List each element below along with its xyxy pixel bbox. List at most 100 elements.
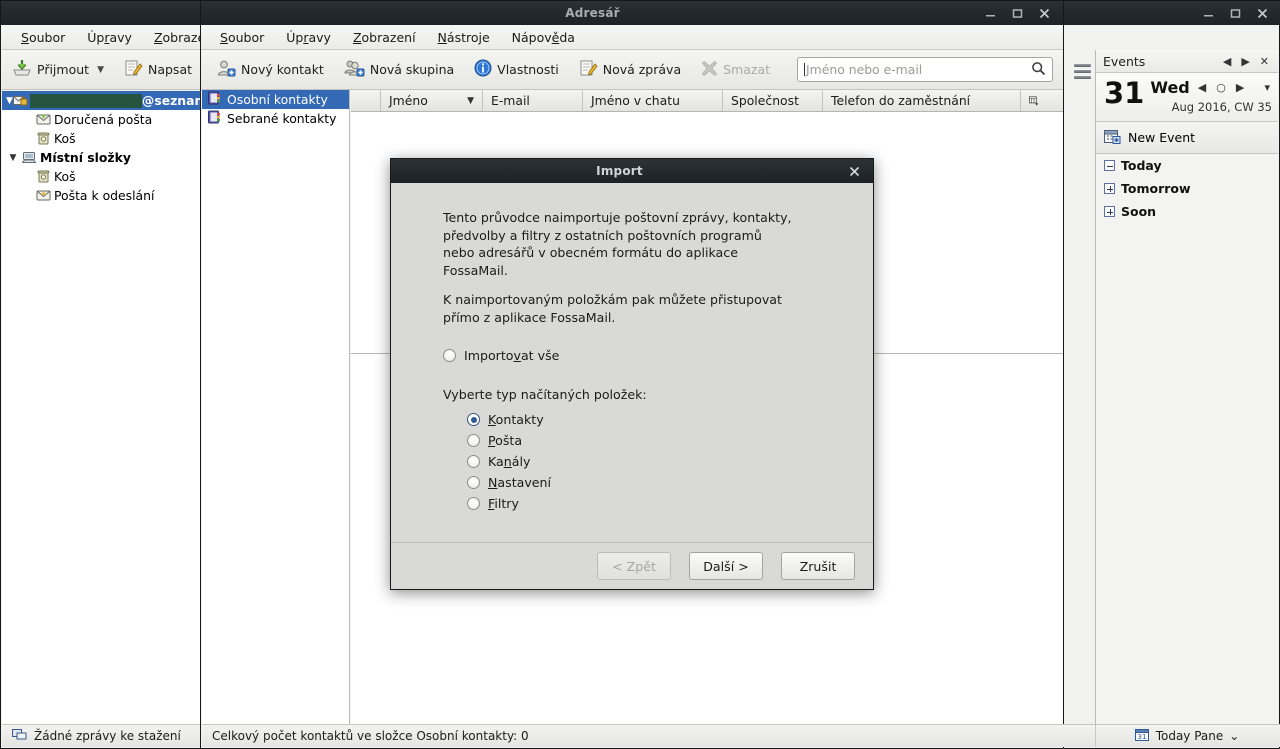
date-prev-icon[interactable]: ◀ (1196, 81, 1208, 94)
search-input[interactable]: Jméno nebo e-mail (797, 57, 1053, 82)
folder-label-inbox: Doručená pošta (54, 112, 153, 127)
import-dialog-body: Tento průvodce naimportuje poštovní zprá… (391, 183, 873, 566)
ab-menu-soubor[interactable]: Soubor (209, 28, 275, 47)
folder-row-trash-account[interactable]: Koš (2, 129, 200, 148)
radio-label-kontakty: Kontakty (488, 412, 544, 427)
tomorrow-section[interactable]: Tomorrow (1096, 177, 1278, 200)
soon-section[interactable]: Soon (1096, 200, 1278, 223)
radio-filtry[interactable]: Filtry (467, 496, 873, 511)
import-paragraph-2: K naimportovaným položkám pak můžete při… (443, 292, 782, 325)
today-pane-toggle[interactable]: 31 Today Pane ⌄ (1095, 724, 1278, 747)
receive-mail-button[interactable]: Přijmout ▼ (4, 54, 112, 85)
radio-indicator[interactable] (467, 434, 480, 447)
close-icon[interactable] (848, 165, 861, 178)
column-picker-icon[interactable] (1021, 90, 1047, 111)
directory-item-collected[interactable]: Sebrané kontakty (202, 109, 349, 128)
folder-row-inbox[interactable]: Doručená pošta (2, 110, 200, 129)
maximize-icon[interactable] (1229, 7, 1242, 20)
radio-kanaly[interactable]: Kanály (467, 454, 873, 469)
svg-text:31: 31 (1137, 733, 1146, 741)
twisty-expanded-icon[interactable]: ▼ (6, 153, 20, 163)
mail-menubar: Soubor Úpravy Zobrazení (2, 25, 217, 50)
radio-import-all[interactable]: Importovat vše (443, 348, 873, 363)
maximize-icon[interactable] (1011, 7, 1024, 20)
ab-menu-upravy[interactable]: Úpravy (275, 28, 342, 47)
next-button[interactable]: Další > (689, 552, 763, 580)
events-next-icon[interactable]: ▶ (1239, 55, 1251, 68)
directory-item-personal[interactable]: Osobní kontakty (202, 90, 349, 109)
mail-menu-upravy[interactable]: Úpravy (76, 28, 143, 47)
mail-menu-soubor[interactable]: Soubor (10, 28, 76, 47)
addressbook-window-buttons (984, 7, 1063, 20)
column-label: Telefon do zaměstnání (831, 93, 971, 108)
radio-indicator[interactable] (443, 349, 456, 362)
radio-label-filtry: Filtry (488, 496, 519, 511)
folder-row-trash-local[interactable]: Koš (2, 167, 200, 186)
properties-button[interactable]: Vlastnosti (466, 54, 567, 85)
column-header-jmeno[interactable]: Jméno ▼ (381, 90, 483, 111)
ab-menu-zobrazeni[interactable]: Zobrazení (342, 28, 427, 47)
trash-icon (34, 170, 52, 183)
mail-toolbar: Přijmout ▼ Napsat ▼ (2, 50, 207, 90)
addressbook-status-text: Celkový počet kontaktů ve složce Osobní … (212, 729, 529, 743)
contacts-column-header: Jméno ▼ E-mail Jméno v chatu Společnost … (351, 90, 1063, 112)
twisty-expanded-icon[interactable]: ▼ (6, 96, 13, 106)
minimize-icon[interactable] (1202, 7, 1215, 20)
radio-nastaveni[interactable]: Nastavení (467, 475, 873, 490)
outbox-icon (34, 189, 52, 202)
date-dropdown-icon[interactable]: ▾ (1262, 81, 1272, 94)
ab-menu-nastroje[interactable]: Nástroje (427, 28, 501, 47)
chevron-down-icon[interactable]: ▼ (97, 65, 104, 75)
addressbook-toolbar: Nový kontakt Nová skupina Vlastnosti Nov… (201, 50, 1063, 90)
new-message-icon (579, 59, 598, 80)
radio-indicator[interactable] (467, 476, 480, 489)
new-group-label: Nová skupina (369, 62, 455, 77)
today-section[interactable]: Today (1096, 154, 1278, 177)
column-header-blank[interactable] (351, 90, 381, 111)
radio-label-import-all: Importovat vše (464, 348, 560, 363)
trash-icon (34, 132, 52, 145)
sort-descending-icon[interactable]: ▼ (467, 96, 474, 106)
search-icon[interactable] (1031, 61, 1046, 79)
tomorrow-section-label: Tomorrow (1121, 181, 1191, 196)
new-contact-button[interactable]: Nový kontakt (209, 54, 332, 85)
radio-posta[interactable]: Pošta (467, 433, 873, 448)
chevron-down-icon[interactable]: ⌄ (1229, 729, 1239, 743)
column-header-email[interactable]: E-mail (483, 90, 583, 111)
ab-menu-napoveda[interactable]: Nápověda (501, 28, 586, 47)
new-group-button[interactable]: Nová skupina (336, 54, 462, 85)
mail-status-text: Žádné zprávy ke stažení (34, 729, 181, 743)
hamburger-menu-icon[interactable] (1069, 59, 1095, 83)
close-icon[interactable] (1256, 7, 1269, 20)
today-pane-close-icon[interactable]: ✕ (1258, 55, 1271, 68)
folder-row-account[interactable]: ▼ @seznam.cz (2, 91, 200, 110)
today-pane-toggle-label: Today Pane (1155, 729, 1224, 743)
cancel-button[interactable]: Zrušit (781, 552, 855, 580)
events-prev-icon[interactable]: ◀ (1221, 55, 1233, 68)
radio-indicator[interactable] (467, 455, 480, 468)
radio-indicator[interactable] (467, 497, 480, 510)
column-header-chat[interactable]: Jméno v chatu (583, 90, 723, 111)
back-button: < Zpět (597, 552, 671, 580)
folder-row-local-folders[interactable]: ▼ Místní složky (2, 148, 200, 167)
minimize-icon[interactable] (984, 7, 997, 20)
expand-icon[interactable] (1104, 183, 1115, 194)
mail-folder-pane[interactable]: ▼ @seznam.cz (2, 91, 201, 725)
column-header-spolecnost[interactable]: Společnost (723, 90, 823, 111)
addressbook-directory-pane[interactable]: Osobní kontakty Sebrané kontakty (202, 90, 350, 725)
close-icon[interactable] (1038, 7, 1051, 20)
new-message-button[interactable]: Nová zpráva (571, 54, 689, 85)
collapse-icon[interactable] (1104, 160, 1115, 171)
date-today-icon[interactable]: ○ (1214, 81, 1228, 94)
radio-kontakty[interactable]: Kontakty (467, 412, 873, 427)
expand-icon[interactable] (1104, 206, 1115, 217)
folder-row-outbox[interactable]: Pošta k odeslání (2, 186, 200, 205)
date-next-icon[interactable]: ▶ (1234, 81, 1246, 94)
addressbook-icon (207, 91, 222, 108)
directory-label-personal: Osobní kontakty (227, 92, 328, 107)
new-event-button[interactable]: New Event (1096, 122, 1278, 154)
column-header-telefon[interactable]: Telefon do zaměstnání (823, 90, 1021, 111)
network-icon (12, 728, 27, 744)
date-subtitle: Aug 2016, CW 35 (1171, 100, 1272, 114)
radio-indicator-selected[interactable] (467, 413, 480, 426)
